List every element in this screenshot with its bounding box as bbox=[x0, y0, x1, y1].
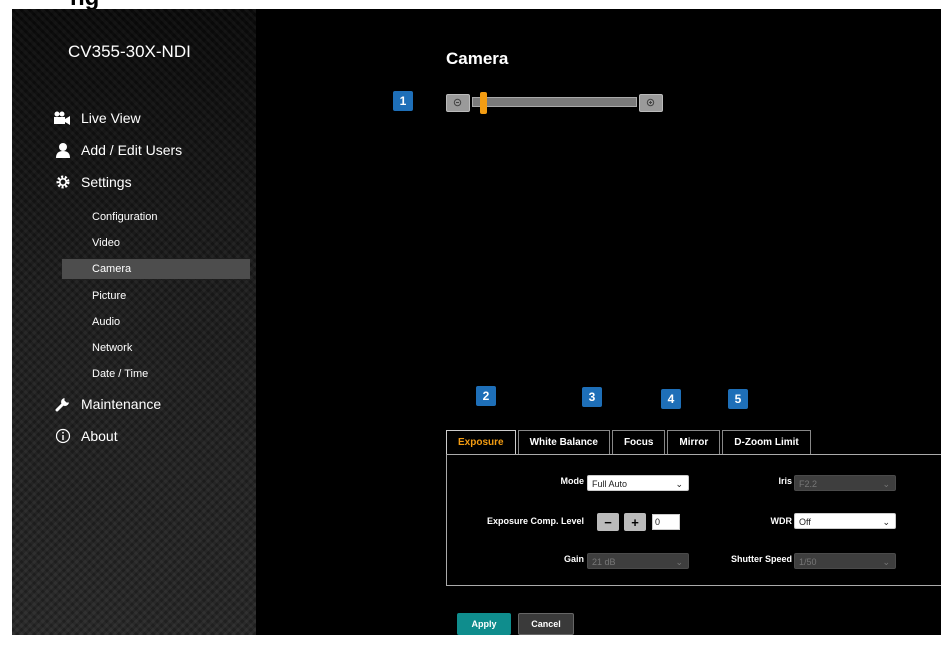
wrench-icon bbox=[52, 396, 74, 412]
info-icon bbox=[52, 428, 74, 444]
settings-sub-item-date-time[interactable]: Date / Time bbox=[62, 364, 250, 384]
cancel-button[interactable]: Cancel bbox=[518, 613, 574, 635]
zoom-in-icon bbox=[646, 98, 655, 107]
menu-item-maintenance[interactable]: Maintenance bbox=[52, 393, 161, 415]
menu-label: Settings bbox=[81, 174, 132, 190]
wdr-select[interactable]: Off ⌄ bbox=[794, 513, 896, 529]
callout-badge-5: 5 bbox=[728, 389, 748, 409]
zoom-out-button[interactable] bbox=[446, 94, 470, 112]
chevron-down-icon: ⌄ bbox=[882, 479, 890, 489]
page-header: ng bbox=[0, 0, 941, 9]
gain-select[interactable]: 21 dB ⌄ bbox=[587, 553, 689, 569]
tab-focus[interactable]: Focus bbox=[611, 430, 666, 454]
shutter-speed-label: Shutter Speed bbox=[730, 554, 792, 564]
menu-item-about[interactable]: About bbox=[52, 425, 118, 447]
menu-item-live-view[interactable]: Live View bbox=[52, 107, 141, 129]
page-title: Camera bbox=[446, 49, 509, 68]
iris-value: F2.2 bbox=[799, 479, 818, 489]
mode-select[interactable]: Full Auto ⌄ bbox=[587, 475, 689, 491]
wdr-label: WDR bbox=[770, 516, 793, 526]
settings-sub-item-video[interactable]: Video bbox=[62, 233, 250, 253]
camera-web-ui: CV355-30X-NDI Live View Add / Edit Users… bbox=[12, 9, 941, 635]
gear-icon bbox=[52, 174, 74, 190]
gain-label: Gain bbox=[563, 554, 584, 564]
callout-badge-3: 3 bbox=[582, 387, 602, 407]
callout-badge-4: 4 bbox=[661, 389, 681, 409]
shutter-speed-value: 1/50 bbox=[799, 557, 817, 567]
exposure-comp-label: Exposure Comp. Level bbox=[486, 516, 584, 526]
zoom-in-button[interactable] bbox=[639, 94, 663, 112]
callout-badge-1: 1 bbox=[393, 91, 413, 111]
sidebar: CV355-30X-NDI Live View Add / Edit Users… bbox=[12, 9, 256, 635]
mode-value: Full Auto bbox=[592, 479, 628, 489]
tab-d-zoom-limit[interactable]: D-Zoom Limit bbox=[722, 430, 811, 454]
callout-badge-2: 2 bbox=[476, 386, 496, 406]
chevron-down-icon: ⌄ bbox=[882, 517, 890, 527]
iris-label: Iris bbox=[778, 476, 792, 486]
settings-sub-item-network[interactable]: Network bbox=[62, 338, 250, 358]
tab-white-balance[interactable]: White Balance bbox=[517, 430, 610, 454]
exposure-comp-input[interactable]: 0 bbox=[652, 514, 680, 530]
tab-exposure[interactable]: Exposure bbox=[446, 430, 516, 454]
mode-label: Mode bbox=[560, 476, 585, 486]
settings-sub-item-picture[interactable]: Picture bbox=[62, 286, 250, 306]
apply-button[interactable]: Apply bbox=[457, 613, 511, 635]
chevron-down-icon: ⌄ bbox=[675, 557, 683, 567]
zoom-handle[interactable] bbox=[480, 92, 487, 114]
menu-label: Maintenance bbox=[81, 396, 162, 412]
header-text: ng bbox=[70, 0, 99, 9]
video-camera-icon bbox=[52, 111, 74, 125]
device-name: CV355-30X-NDI bbox=[68, 42, 191, 61]
settings-sub-item-configuration[interactable]: Configuration bbox=[62, 207, 250, 227]
menu-item-add-edit-users[interactable]: Add / Edit Users bbox=[52, 139, 182, 161]
gain-value: 21 dB bbox=[592, 557, 616, 567]
wdr-value: Off bbox=[799, 517, 811, 527]
settings-sub-item-camera[interactable]: Camera bbox=[62, 259, 250, 279]
menu-label: About bbox=[81, 428, 118, 444]
exposure-comp-plus-button[interactable]: + bbox=[624, 513, 646, 531]
iris-select[interactable]: F2.2 ⌄ bbox=[794, 475, 896, 491]
shutter-speed-select[interactable]: 1/50 ⌄ bbox=[794, 553, 896, 569]
camera-tabs: Exposure White Balance Focus Mirror D-Zo… bbox=[446, 430, 813, 454]
settings-sub-item-audio[interactable]: Audio bbox=[62, 312, 250, 332]
chevron-down-icon: ⌄ bbox=[882, 557, 890, 567]
zoom-track[interactable] bbox=[472, 97, 637, 107]
chevron-down-icon: ⌄ bbox=[675, 479, 683, 489]
zoom-out-icon bbox=[453, 98, 462, 107]
exposure-comp-minus-button[interactable]: − bbox=[597, 513, 619, 531]
user-icon bbox=[52, 142, 74, 158]
tab-mirror[interactable]: Mirror bbox=[667, 430, 721, 454]
menu-label: Add / Edit Users bbox=[81, 142, 183, 158]
menu-label: Live View bbox=[81, 110, 141, 126]
menu-item-settings[interactable]: Settings bbox=[52, 171, 132, 193]
